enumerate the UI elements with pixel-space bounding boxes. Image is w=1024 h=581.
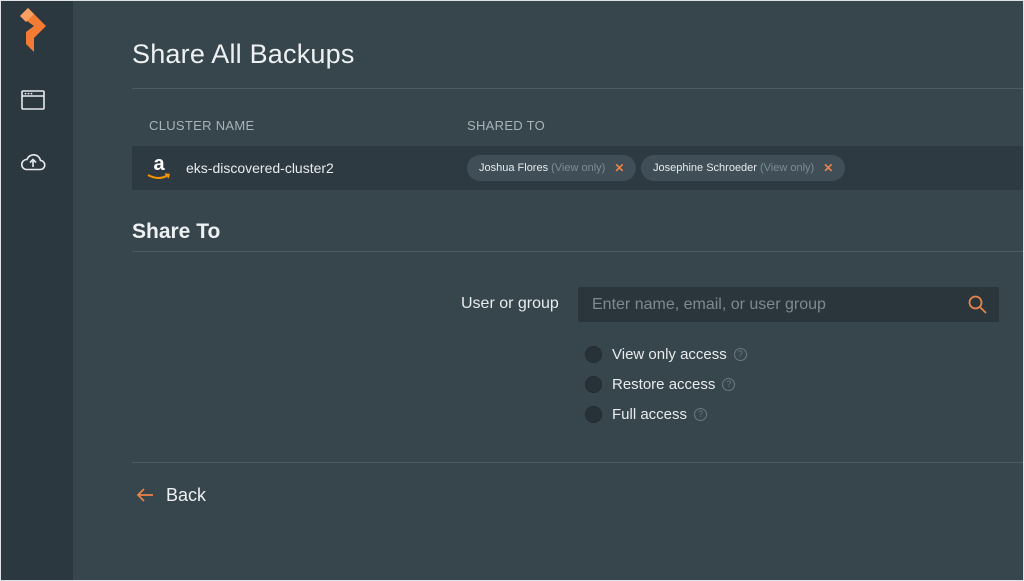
- window-icon: [21, 90, 45, 110]
- arrow-left-icon: [136, 488, 153, 502]
- help-icon[interactable]: ?: [694, 407, 708, 421]
- shared-user-chip: Joshua Flores (View only) ✕: [467, 155, 637, 181]
- access-option-label: View only access: [612, 345, 727, 363]
- title-divider: [132, 88, 1023, 89]
- sidebar: [1, 1, 73, 580]
- column-header-shared-to: SHARED TO: [467, 118, 546, 133]
- table-row: a eks-discovered-cluster2 Joshua Flores …: [132, 146, 1023, 190]
- radio-button[interactable]: [585, 345, 602, 363]
- access-option-view-only[interactable]: View only access ?: [585, 343, 747, 365]
- footer-divider: [132, 462, 1023, 463]
- cloud-upload-icon: [20, 154, 46, 171]
- user-group-label: User or group: [461, 295, 559, 312]
- help-icon[interactable]: ?: [722, 377, 736, 391]
- chip-user-name: Joshua Flores: [479, 162, 549, 174]
- column-header-cluster-name: CLUSTER NAME: [149, 118, 255, 133]
- access-option-restore[interactable]: Restore access ?: [585, 373, 736, 395]
- aws-icon: a: [146, 153, 172, 181]
- portworx-logo[interactable]: [20, 8, 46, 52]
- search-icon[interactable]: [968, 295, 987, 314]
- back-button[interactable]: Back: [136, 483, 206, 507]
- user-group-search: [578, 287, 999, 322]
- shared-user-chip: Josephine Schroeder (View only) ✕: [641, 155, 846, 181]
- remove-share-icon[interactable]: ✕: [823, 161, 833, 175]
- aws-smile-icon: [147, 173, 171, 179]
- chip-access-level: (View only): [759, 162, 815, 174]
- access-option-full[interactable]: Full access ?: [585, 403, 708, 425]
- back-label: Back: [166, 484, 207, 505]
- main-content: Share All Backups CLUSTER NAME SHARED TO…: [73, 1, 1023, 580]
- cluster-name: eks-discovered-cluster2: [186, 160, 334, 176]
- app-window: Share All Backups CLUSTER NAME SHARED TO…: [1, 1, 1023, 580]
- access-option-label: Full access: [612, 405, 688, 423]
- section-title: Share To: [132, 220, 221, 243]
- radio-button[interactable]: [585, 375, 602, 393]
- chip-user-name: Josephine Schroeder: [653, 162, 757, 174]
- page-title: Share All Backups: [132, 39, 355, 69]
- sidebar-item-window[interactable]: [19, 88, 47, 112]
- radio-button[interactable]: [585, 405, 602, 423]
- section-divider: [132, 251, 1023, 252]
- access-option-label: Restore access: [612, 375, 716, 393]
- sidebar-item-cloud-backup[interactable]: [19, 150, 47, 174]
- aws-logo-letter: a: [153, 153, 165, 175]
- user-group-input[interactable]: [578, 287, 958, 322]
- help-icon[interactable]: ?: [733, 347, 747, 361]
- remove-share-icon[interactable]: ✕: [614, 161, 624, 175]
- chip-access-level: (View only): [551, 162, 606, 174]
